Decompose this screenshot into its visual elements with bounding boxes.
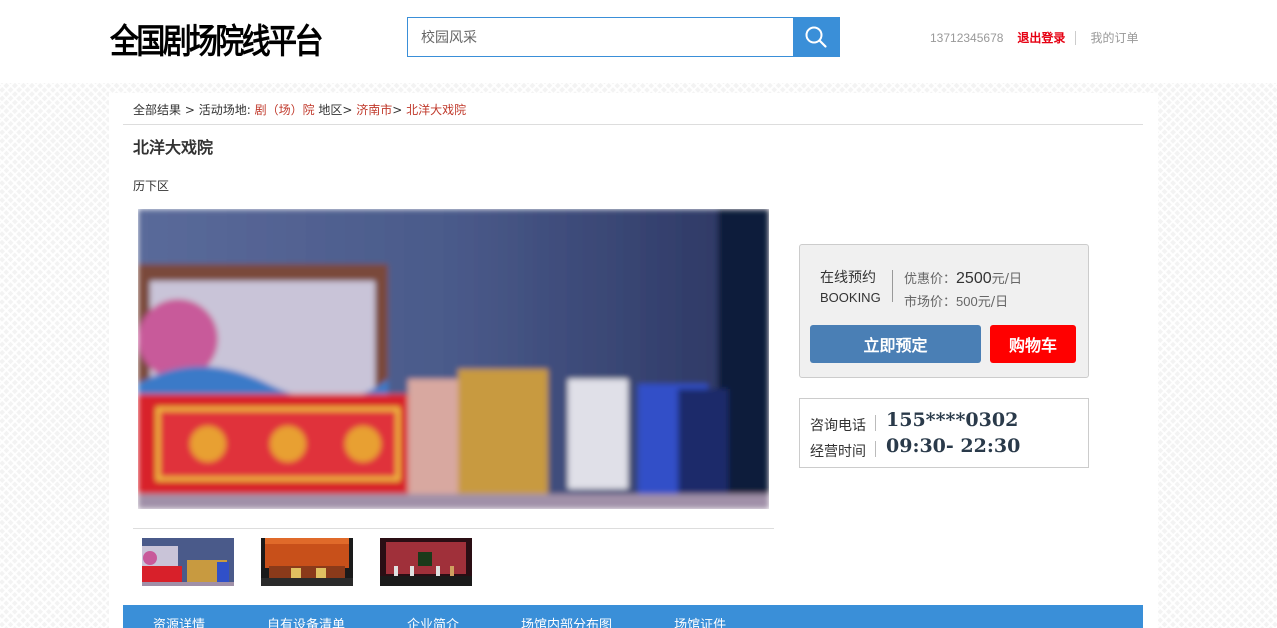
- search-icon: [805, 26, 827, 48]
- breadcrumb-region-prefix: 地区>: [314, 103, 357, 117]
- venue-main-photo: [138, 209, 769, 509]
- booking-label: 在线预约: [820, 270, 876, 286]
- header: 全国剧场院线平台 13712345678 退出登录 我的订单: [0, 0, 1277, 83]
- discount-price-unit: 元/日: [991, 272, 1022, 287]
- user-phone: 13712345678: [930, 30, 1004, 45]
- thumbnail-image: [380, 538, 472, 586]
- stage-photo-image: [138, 209, 769, 509]
- booking-panel: 在线预约 BOOKING 优惠价：2500元/日 市场价：500元/日 立即预定…: [799, 244, 1089, 378]
- market-price-value: 500: [956, 294, 978, 309]
- search-button[interactable]: [793, 18, 839, 56]
- search-input[interactable]: [408, 18, 793, 56]
- contact-panel: 咨询电话 155****0302 经营时间 09:30- 22:30: [799, 398, 1089, 468]
- detail-tabs: 资源详情 自有设备清单 企业简介 场馆内部分布图 场馆证件: [123, 605, 1143, 628]
- venue-district: 历下区: [133, 179, 170, 193]
- market-price-label: 市场价：: [904, 295, 957, 310]
- divider: [875, 415, 876, 431]
- divider: [1075, 30, 1077, 45]
- contact-phone-label: 咨询电话: [810, 418, 866, 434]
- thumbnail-2[interactable]: [261, 538, 353, 586]
- market-price-unit: 元/日: [977, 295, 1009, 310]
- discount-price-row: 优惠价：2500元/日: [904, 268, 1022, 288]
- user-links: 13712345678 退出登录 我的订单: [930, 29, 1138, 46]
- breadcrumb-sep: >: [181, 103, 199, 117]
- discount-price-value: 2500: [956, 270, 992, 287]
- site-logo[interactable]: 全国剧场院线平台: [110, 14, 323, 63]
- tab-resource-details[interactable]: 资源详情: [153, 605, 205, 628]
- divider: [892, 270, 893, 302]
- thumbnail-image: [261, 538, 353, 586]
- add-to-cart-button[interactable]: 购物车: [990, 325, 1076, 363]
- breadcrumb-sep: >: [392, 103, 407, 117]
- divider: [133, 528, 774, 529]
- breadcrumb-venue[interactable]: 北洋大戏院: [406, 103, 466, 117]
- tab-venue-certificates[interactable]: 场馆证件: [674, 605, 726, 628]
- discount-price-label: 优惠价：: [904, 272, 957, 287]
- thumbnail-3[interactable]: [380, 538, 472, 586]
- main-content: 全部结果 > 活动场地: 剧（场）院 地区> 济南市> 北洋大戏院 北洋大戏院 …: [109, 93, 1158, 628]
- contact-phone-value: 155****0302: [886, 409, 1019, 431]
- book-now-button[interactable]: 立即预定: [810, 325, 981, 363]
- logout-link[interactable]: 退出登录: [1017, 29, 1065, 46]
- divider: [123, 124, 1143, 125]
- tab-venue-layout[interactable]: 场馆内部分布图: [521, 605, 612, 628]
- breadcrumb-venue-type-prefix: 活动场地:: [198, 103, 255, 117]
- market-price-row: 市场价：500元/日: [904, 291, 1008, 310]
- divider: [875, 441, 876, 457]
- tab-company-intro[interactable]: 企业简介: [407, 605, 459, 628]
- search-box: [407, 17, 840, 57]
- breadcrumb-city[interactable]: 济南市: [356, 103, 392, 117]
- business-hours-value: 09:30- 22:30: [886, 435, 1021, 457]
- breadcrumb: 全部结果 > 活动场地: 剧（场）院 地区> 济南市> 北洋大戏院: [133, 101, 466, 118]
- thumbnail-image: [142, 538, 234, 586]
- tab-equipment-list[interactable]: 自有设备清单: [267, 605, 345, 628]
- booking-label-en: BOOKING: [820, 290, 881, 305]
- breadcrumb-all[interactable]: 全部结果: [133, 103, 181, 117]
- business-hours-label: 经营时间: [810, 444, 866, 460]
- page-title: 北洋大戏院: [133, 138, 214, 157]
- thumbnail-1[interactable]: [142, 538, 234, 586]
- my-orders-link[interactable]: 我的订单: [1090, 29, 1138, 46]
- breadcrumb-venue-type[interactable]: 剧（场）院: [255, 103, 315, 117]
